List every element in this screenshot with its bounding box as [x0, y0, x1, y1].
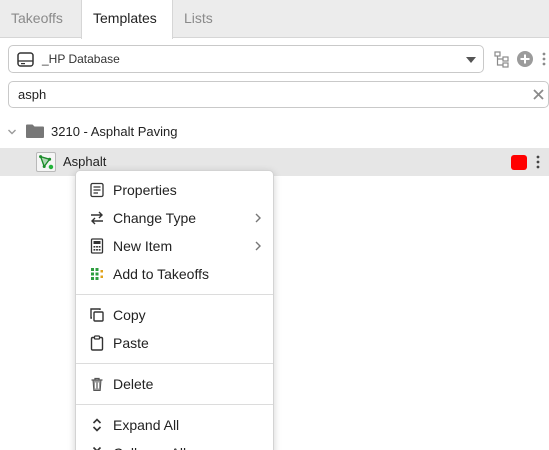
menu-item-label: Properties	[113, 182, 177, 198]
database-select[interactable]: _HP Database	[8, 45, 484, 73]
menu-item-expand-all[interactable]: Expand All	[76, 411, 273, 439]
swap-arrows-icon	[91, 211, 103, 225]
tab-lists[interactable]: Lists	[173, 0, 230, 38]
calculator-icon	[90, 238, 104, 254]
menu-separator	[76, 294, 273, 295]
tab-bar: Takeoffs Templates Lists	[0, 0, 549, 39]
tree-structure-icon[interactable]	[493, 50, 511, 68]
menu-item-delete[interactable]: Delete	[76, 370, 273, 398]
search-input[interactable]	[18, 82, 518, 107]
chevron-down-icon[interactable]	[7, 127, 17, 137]
properties-icon	[90, 182, 104, 198]
more-vertical-icon[interactable]	[533, 154, 543, 170]
clipboard-icon	[90, 335, 104, 351]
more-vertical-icon[interactable]	[539, 50, 549, 68]
menu-item-properties[interactable]: Properties	[76, 176, 273, 204]
menu-item-add-to-takeoffs[interactable]: Add to Takeoffs	[76, 260, 273, 288]
tree-folder-row[interactable]: 3210 - Asphalt Paving	[0, 120, 549, 144]
menu-item-label: Collapse All	[113, 439, 186, 450]
menu-item-new-item[interactable]: New Item	[76, 232, 273, 260]
database-drive-icon	[17, 52, 34, 67]
color-swatch[interactable]	[511, 155, 527, 170]
menu-item-label: Change Type	[113, 210, 197, 226]
menu-item-change-type[interactable]: Change Type	[76, 204, 273, 232]
menu-item-label: Copy	[113, 307, 146, 323]
expand-icon	[92, 418, 102, 432]
menu-item-paste[interactable]: Paste	[76, 329, 273, 357]
chevron-right-icon	[255, 213, 261, 223]
menu-item-label: Delete	[113, 376, 154, 392]
database-select-value: _HP Database	[42, 52, 120, 66]
close-icon[interactable]	[532, 88, 545, 101]
add-circle-icon[interactable]	[516, 50, 534, 68]
trash-icon	[91, 377, 103, 391]
chevron-down-icon	[466, 57, 476, 63]
context-menu: Properties Change Type New Item Add to T…	[75, 170, 274, 450]
menu-item-label: Expand All	[113, 417, 180, 433]
search-box	[8, 81, 549, 108]
menu-item-label: New Item	[113, 238, 173, 254]
menu-item-label: Paste	[113, 335, 149, 351]
copy-icon	[90, 308, 104, 322]
menu-separator	[76, 363, 273, 364]
area-takeoff-icon	[36, 152, 56, 172]
tab-takeoffs[interactable]: Takeoffs	[0, 0, 81, 38]
folder-icon	[26, 124, 44, 138]
tree-folder-label: 3210 - Asphalt Paving	[51, 124, 178, 139]
collapse-icon	[92, 446, 102, 450]
add-takeoff-icon	[91, 268, 103, 280]
menu-separator	[76, 404, 273, 405]
menu-item-collapse-all[interactable]: Collapse All	[76, 439, 273, 450]
tab-templates[interactable]: Templates	[81, 0, 173, 39]
chevron-right-icon	[255, 241, 261, 251]
menu-item-label: Add to Takeoffs	[113, 266, 209, 282]
menu-item-copy[interactable]: Copy	[76, 301, 273, 329]
